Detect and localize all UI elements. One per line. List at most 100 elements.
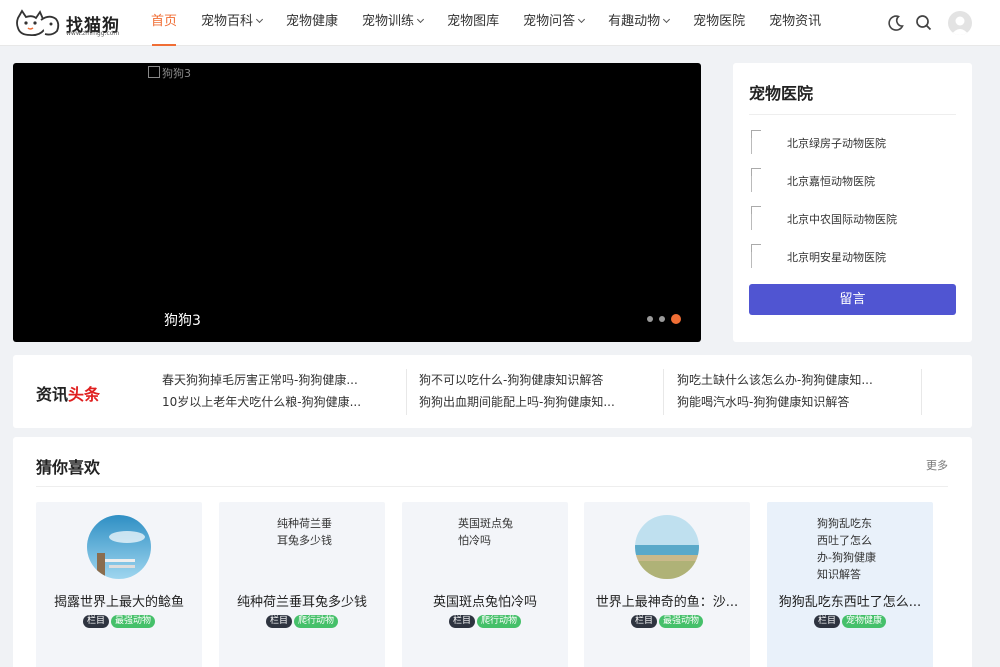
nav-label: 首页 [151, 14, 178, 29]
news-link[interactable]: 10岁以上老年犬吃什么粮-狗狗健康... [162, 391, 406, 413]
nav-item-pet-qa[interactable]: 宠物问答 [512, 0, 595, 46]
broken-image-icon [749, 204, 777, 232]
chevron-down-icon [417, 15, 425, 24]
chevron-down-icon [255, 15, 264, 24]
card-title: 英国斑点兔怕冷吗 [432, 595, 537, 610]
divider [749, 114, 956, 115]
hospital-item[interactable]: 北京明安星动物医院 [749, 242, 959, 270]
logo-url: www.zmmgg.com [66, 30, 120, 37]
category-tag: 栏目 [813, 615, 840, 628]
chevron-down-icon [578, 15, 586, 24]
news-link[interactable]: 狗吃土缺什么该怎么办-狗狗健康知... [677, 369, 921, 391]
nav-label: 宠物训练 [362, 14, 415, 29]
recommend-card[interactable]: 狗狗乱吃东西吐了怎么办-狗狗健康知识解答 狗狗乱吃东西吐了怎么... 栏目 宠物… [767, 502, 933, 667]
broken-image-icon [749, 166, 777, 194]
leave-message-button[interactable]: 留言 [749, 284, 956, 315]
more-link[interactable]: 更多 [926, 457, 948, 473]
category-tag: 栏目 [265, 615, 292, 628]
hospital-name: 北京绿房子动物医院 [787, 137, 886, 150]
news-headlines-bar: 资讯头条 春天狗狗掉毛厉害正常吗-狗狗健康... 10岁以上老年犬吃什么粮-狗狗… [13, 355, 972, 428]
hospital-item[interactable]: 北京中农国际动物医院 [749, 204, 959, 232]
news-label-a: 资讯 [36, 385, 69, 404]
panel-title: 宠物医院 [749, 84, 814, 103]
hospital-name: 北京明安星动物医院 [787, 251, 886, 264]
nav-item-pet-news[interactable]: 宠物资讯 [758, 0, 832, 46]
slider-dot-3[interactable] [671, 314, 681, 324]
category-name-tag[interactable]: 最强动物 [659, 615, 704, 628]
category-name-tag[interactable]: 最强动物 [111, 615, 156, 628]
guess-you-like-section: 猜你喜欢 更多 揭露世界上最大的鲶鱼 栏目 最强动物 纯种荷兰垂耳兔多少钱 纯种… [13, 437, 972, 667]
nav-label: 有趣动物 [608, 14, 661, 29]
nav-item-fun-animals[interactable]: 有趣动物 [597, 0, 680, 46]
moon-icon[interactable] [886, 13, 906, 33]
sky-photo-thumbnail [87, 515, 151, 579]
card-tags: 栏目 宠物健康 [767, 615, 933, 628]
nav-item-pet-encyclopedia[interactable]: 宠物百科 [190, 0, 273, 46]
beach-image-icon [635, 515, 699, 579]
recommend-card[interactable]: 世界上最神奇的鱼：沙... 栏目 最强动物 [584, 502, 750, 667]
card-title: 狗狗乱吃东西吐了怎么... [778, 595, 922, 610]
category-name-tag[interactable]: 爬行动物 [477, 615, 522, 628]
recommend-card[interactable]: 英国斑点兔怕冷吗 英国斑点兔怕冷吗 栏目 爬行动物 [402, 502, 568, 667]
site-logo[interactable]: 找猫狗 www.zmmgg.com [14, 8, 124, 40]
recommend-card[interactable]: 纯种荷兰垂耳兔多少钱 纯种荷兰垂耳兔多少钱 栏目 爬行动物 [219, 502, 385, 667]
slider-dots [641, 314, 681, 324]
nav-item-pet-gallery[interactable]: 宠物图库 [436, 0, 510, 46]
nav-item-home[interactable]: 首页 [140, 0, 188, 46]
card-title: 揭露世界上最大的鲶鱼 [53, 595, 184, 610]
hero-slider[interactable]: 狗狗3 狗狗3 [13, 63, 701, 342]
broken-image-icon [749, 242, 777, 270]
broken-image-icon [749, 128, 777, 156]
card-tags: 栏目 最强动物 [584, 615, 750, 628]
section-title: 猜你喜欢 [36, 458, 101, 477]
site-header: 找猫狗 www.zmmgg.com 首页 宠物百科 宠物健康 宠物训练 宠物图库… [0, 0, 1000, 46]
nav-item-pet-health[interactable]: 宠物健康 [275, 0, 349, 46]
news-link[interactable]: 春天狗狗掉毛厉害正常吗-狗狗健康... [162, 369, 406, 391]
search-icon[interactable] [914, 13, 934, 33]
nav-label: 宠物健康 [286, 14, 339, 29]
hospital-item[interactable]: 北京绿房子动物医院 [749, 128, 959, 156]
divider [36, 486, 948, 487]
nav-label: 宠物资讯 [769, 14, 822, 29]
sky-image-icon [87, 515, 151, 579]
category-name-tag[interactable]: 爬行动物 [294, 615, 339, 628]
user-avatar-icon[interactable] [948, 11, 972, 35]
nav-item-pet-hospital[interactable]: 宠物医院 [682, 0, 756, 46]
category-name-tag[interactable]: 宠物健康 [842, 615, 887, 628]
pet-hospital-panel: 宠物医院 北京绿房子动物医院 北京嘉恒动物医院 北京中农国际动物医院 北京明安星… [733, 63, 972, 342]
nav-label: 宠物百科 [201, 14, 254, 29]
card-tags: 栏目 最强动物 [36, 615, 202, 628]
slider-dot-1[interactable] [647, 316, 653, 322]
news-link[interactable]: 狗能喝汽水吗-狗狗健康知识解答 [677, 391, 921, 413]
main-nav: 首页 宠物百科 宠物健康 宠物训练 宠物图库 宠物问答 有趣动物 宠物医院 宠物… [140, 0, 834, 46]
broken-image-alt: 纯种荷兰垂耳兔多少钱 [277, 517, 332, 547]
user-silhouette-icon [951, 16, 969, 35]
slide-broken-image: 狗狗3 [148, 65, 191, 81]
recommend-card[interactable]: 揭露世界上最大的鲶鱼 栏目 最强动物 [36, 502, 202, 667]
hospital-name: 北京嘉恒动物医院 [787, 175, 875, 188]
broken-image-alt: 狗狗乱吃东西吐了怎么办-狗狗健康知识解答 [817, 517, 876, 581]
cat-dog-logo-icon [16, 9, 60, 37]
news-column: 狗不可以吃什么-狗狗健康知识解答 狗狗出血期间能配上吗-狗狗健康知... [419, 369, 664, 415]
news-label-b: 头条 [68, 385, 101, 404]
broken-image-alt: 英国斑点兔怕冷吗 [458, 517, 513, 547]
news-column: 狗吃土缺什么该怎么办-狗狗健康知... 狗能喝汽水吗-狗狗健康知识解答 [677, 369, 922, 415]
chevron-down-icon [663, 15, 671, 24]
nav-label: 宠物图库 [447, 14, 500, 29]
card-title: 纯种荷兰垂耳兔多少钱 [236, 595, 367, 610]
news-link[interactable]: 狗不可以吃什么-狗狗健康知识解答 [419, 369, 663, 391]
card-tags: 栏目 爬行动物 [402, 615, 568, 628]
nav-label: 宠物医院 [693, 14, 746, 29]
news-link[interactable]: 狗狗出血期间能配上吗-狗狗健康知... [419, 391, 663, 413]
category-tag: 栏目 [82, 615, 109, 628]
news-column: 春天狗狗掉毛厉害正常吗-狗狗健康... 10岁以上老年犬吃什么粮-狗狗健康... [162, 369, 407, 415]
hospital-name: 北京中农国际动物医院 [787, 213, 897, 226]
news-label: 资讯头条 [36, 381, 100, 405]
category-tag: 栏目 [630, 615, 657, 628]
hospital-item[interactable]: 北京嘉恒动物医院 [749, 166, 959, 194]
card-tags: 栏目 爬行动物 [219, 615, 385, 628]
nav-item-pet-training[interactable]: 宠物训练 [351, 0, 434, 46]
slider-dot-2[interactable] [659, 316, 665, 322]
card-title: 世界上最神奇的鱼：沙... [595, 595, 739, 610]
beach-photo-thumbnail [635, 515, 699, 579]
